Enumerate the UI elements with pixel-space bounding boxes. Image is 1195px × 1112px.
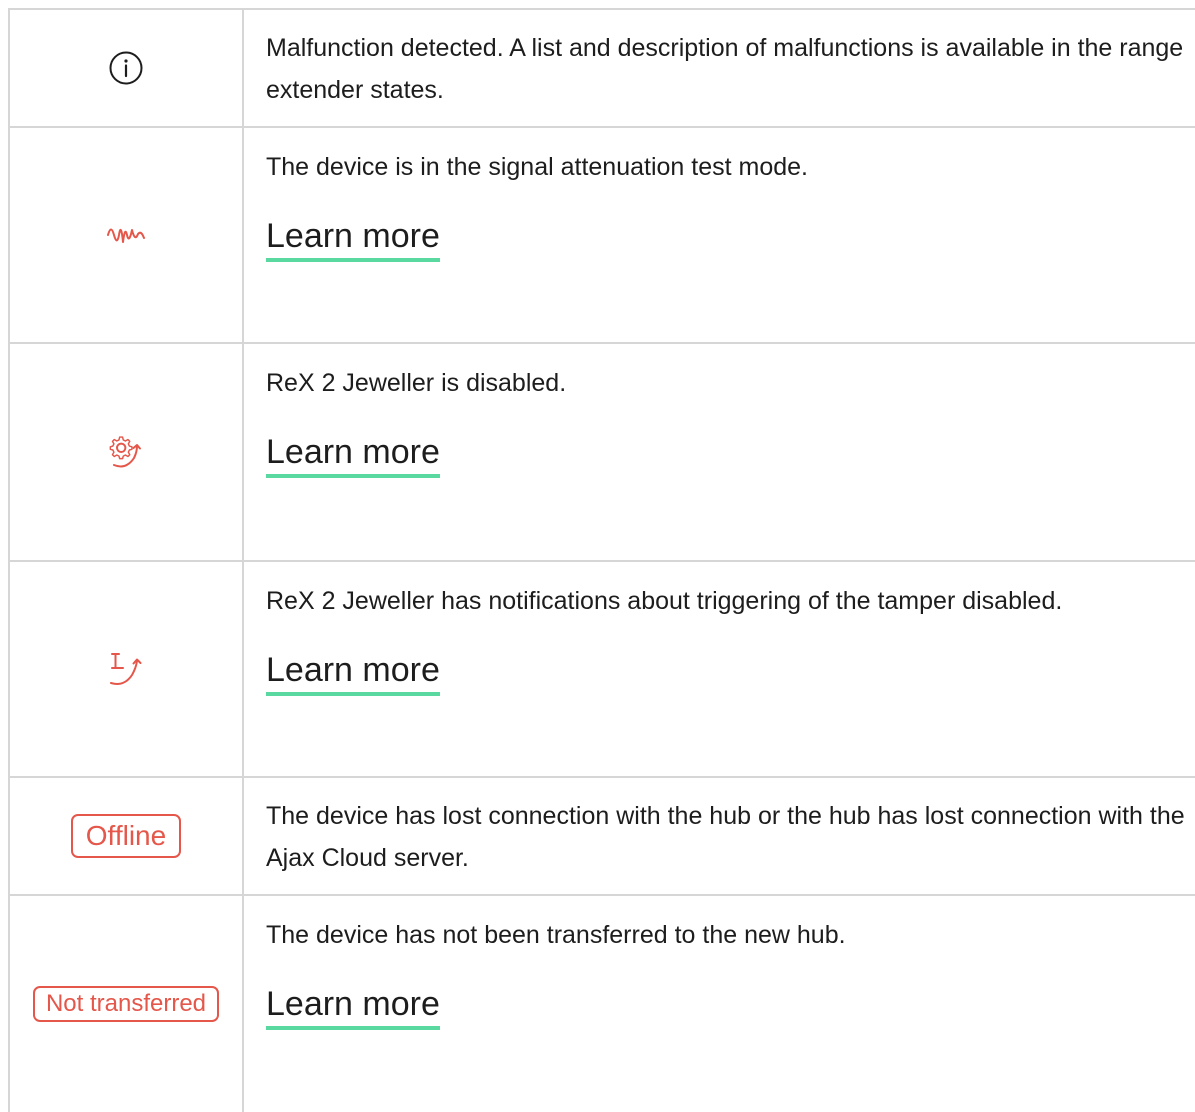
offline-badge: Offline: [70, 814, 182, 858]
table-row: The device is in the signal attenuation …: [8, 128, 1195, 344]
icon-cell: [8, 562, 244, 776]
text-cell: ReX 2 Jeweller has notifications about t…: [244, 562, 1195, 776]
learn-more-link[interactable]: Learn more: [266, 650, 440, 696]
icon-cell: [8, 344, 244, 560]
state-description: The device has not been transferred to t…: [266, 921, 846, 949]
state-description: Malfunction detected. A list and descrip…: [266, 34, 1184, 104]
table-row: ReX 2 Jeweller is disabled. Learn more: [8, 344, 1195, 562]
learn-more-link[interactable]: Learn more: [266, 432, 440, 478]
table-row: ReX 2 Jeweller has notifications about t…: [8, 562, 1195, 778]
state-description: ReX 2 Jeweller is disabled.: [266, 369, 567, 397]
not-transferred-badge: Not transferred: [32, 986, 220, 1022]
device-states-table: Malfunction detected. A list and descrip…: [8, 8, 1195, 1112]
info-circle-icon: [108, 50, 144, 86]
icon-cell: Offline: [8, 778, 244, 894]
state-description: The device has lost connection with the …: [266, 802, 1185, 872]
gear-disabled-icon: [106, 432, 146, 472]
state-description: ReX 2 Jeweller has notifications about t…: [266, 587, 1063, 615]
table-row: Offline The device has lost connection w…: [8, 778, 1195, 896]
learn-more-link[interactable]: Learn more: [266, 984, 440, 1030]
signal-wave-icon: [106, 220, 146, 250]
table-row: Not transferred The device has not been …: [8, 896, 1195, 1112]
text-cell: The device has lost connection with the …: [244, 778, 1195, 894]
state-description: The device is in the signal attenuation …: [266, 153, 808, 181]
text-cell: Malfunction detected. A list and descrip…: [244, 10, 1195, 126]
icon-cell: Not transferred: [8, 896, 244, 1112]
icon-cell: [8, 128, 244, 342]
tamper-disabled-icon: [106, 649, 146, 689]
text-cell: ReX 2 Jeweller is disabled. Learn more: [244, 344, 1195, 560]
text-cell: The device has not been transferred to t…: [244, 896, 1195, 1112]
text-cell: The device is in the signal attenuation …: [244, 128, 1195, 342]
table-row: Malfunction detected. A list and descrip…: [8, 10, 1195, 128]
icon-cell: [8, 10, 244, 126]
learn-more-link[interactable]: Learn more: [266, 216, 440, 262]
